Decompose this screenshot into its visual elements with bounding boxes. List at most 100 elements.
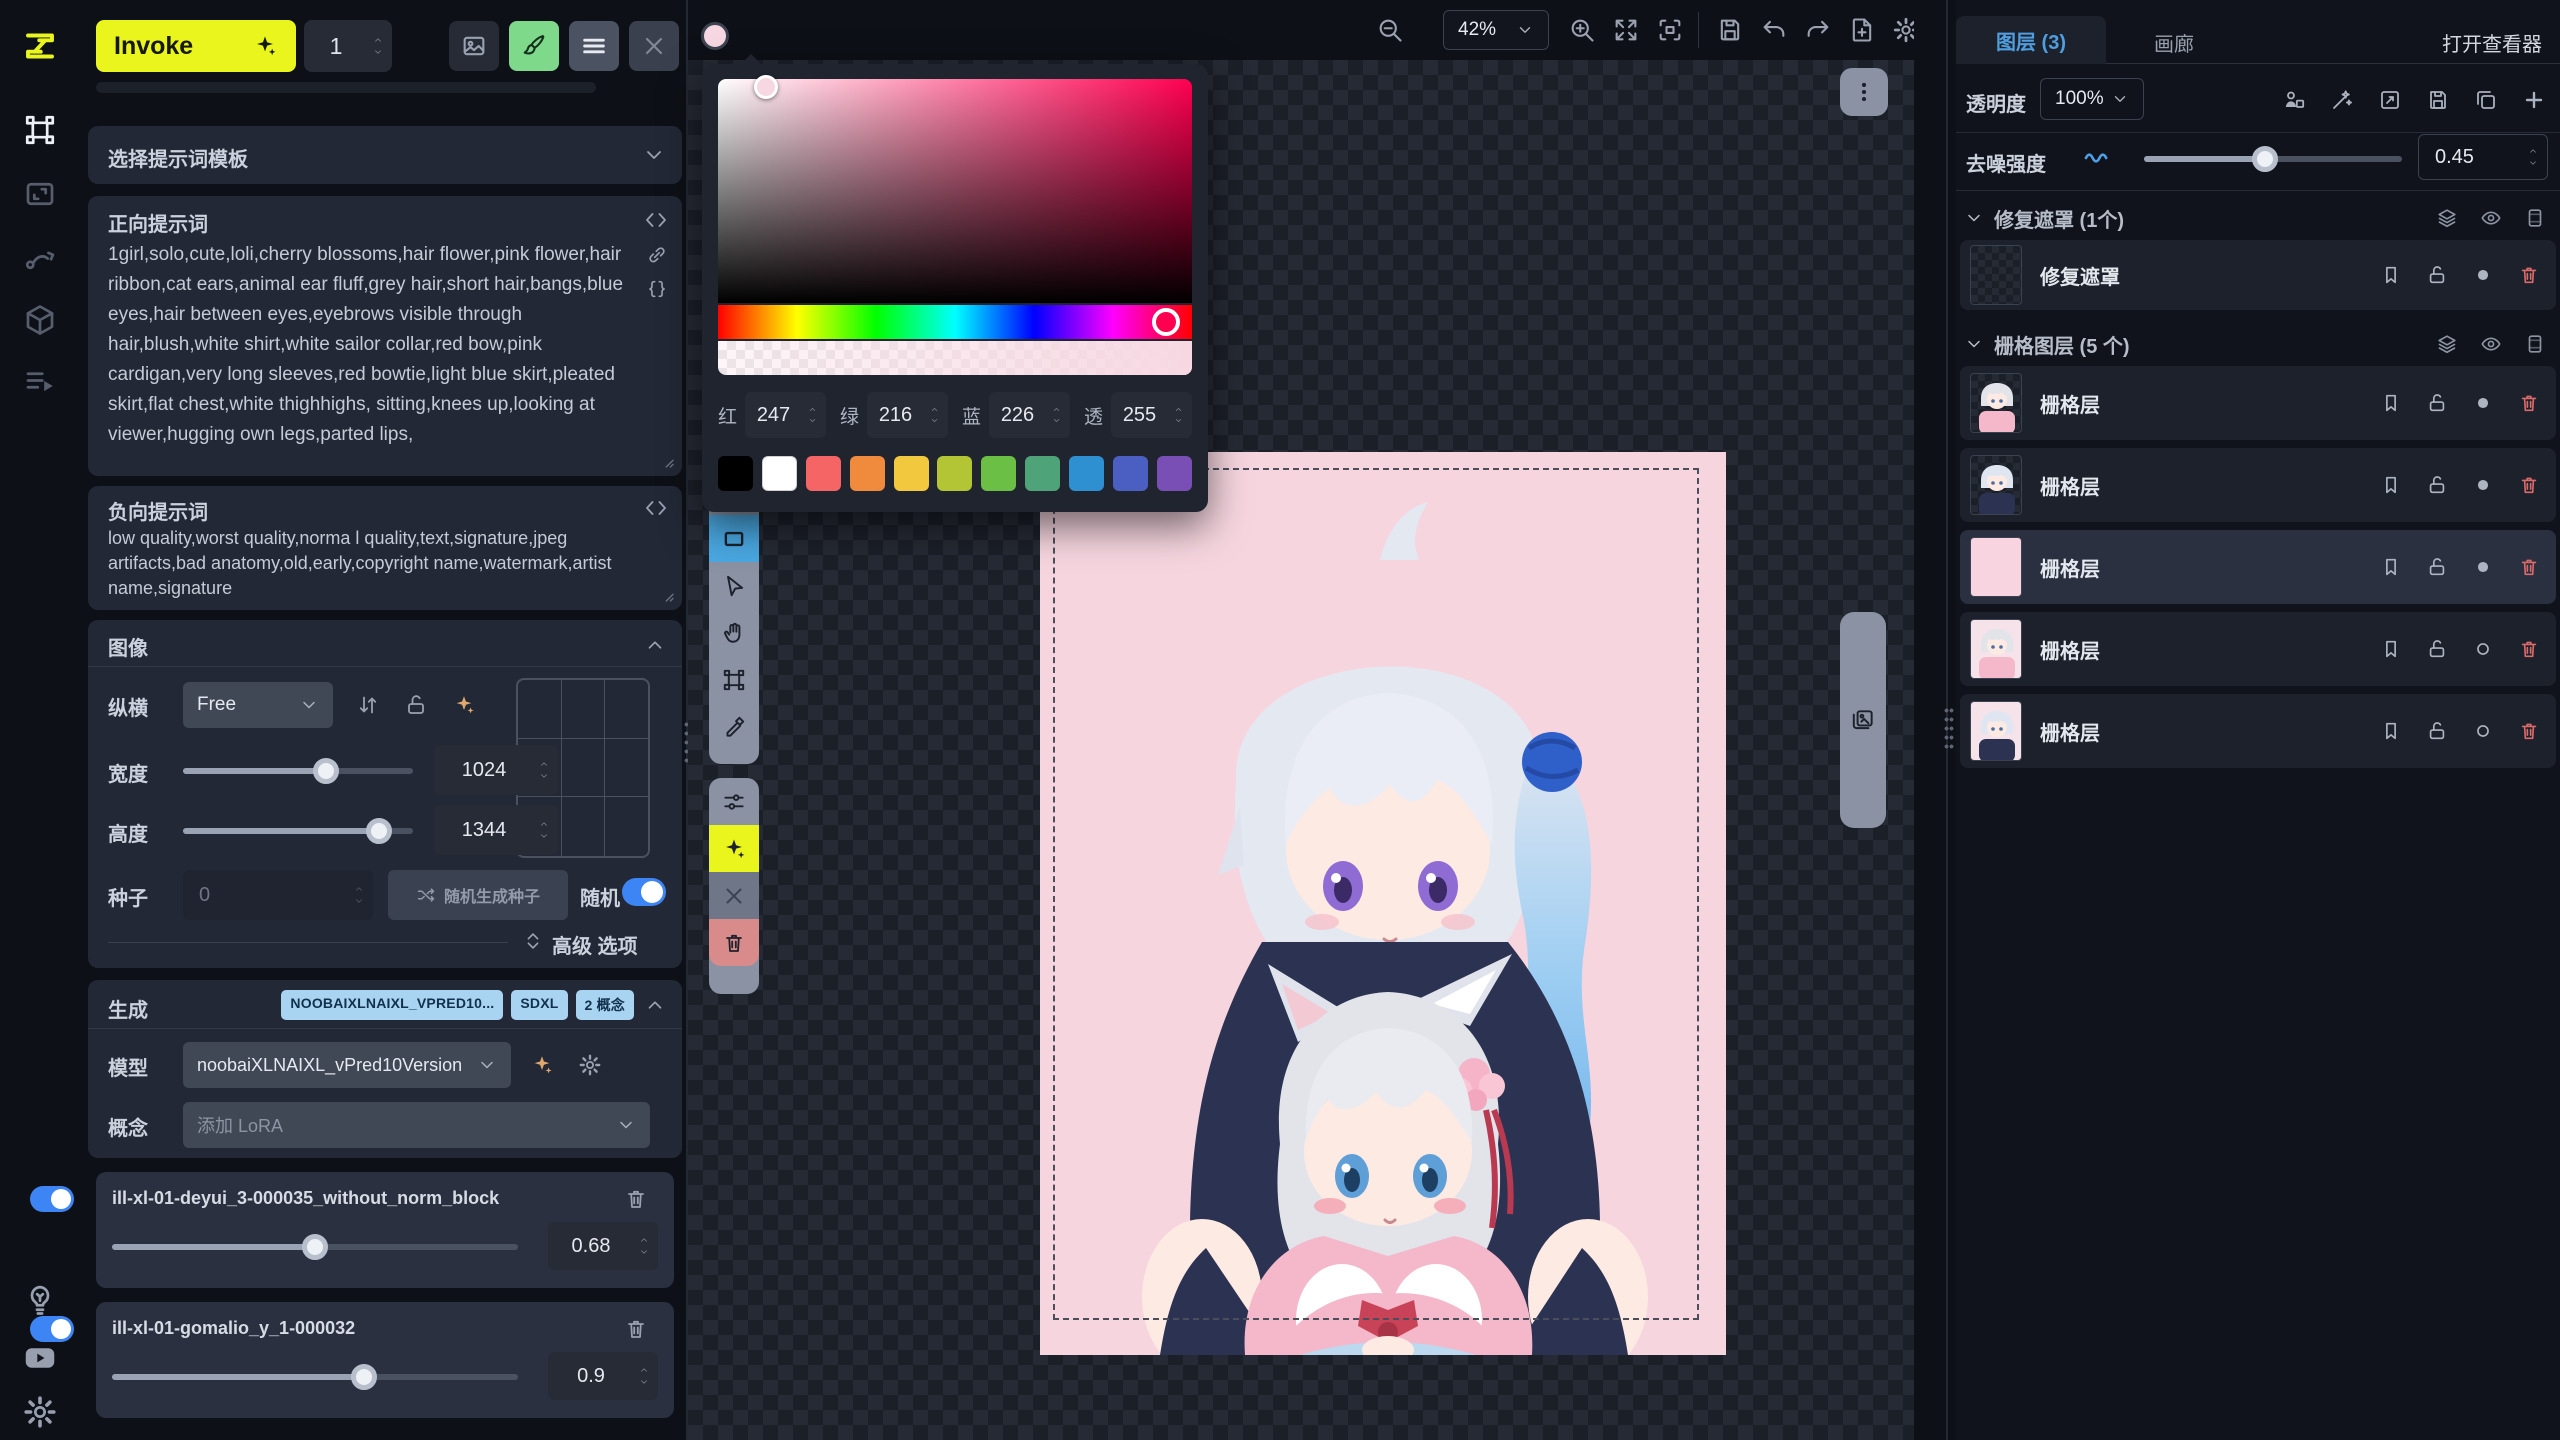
width-input[interactable]: 1024 bbox=[434, 745, 558, 795]
braces-icon[interactable] bbox=[646, 278, 668, 300]
lora-weight-input[interactable]: 0.9 bbox=[548, 1352, 658, 1400]
collapse-icon[interactable] bbox=[644, 994, 666, 1016]
hue-slider[interactable] bbox=[718, 305, 1192, 339]
raster-layers-group-header[interactable]: 栅格图层 (5 个) bbox=[1956, 324, 2560, 364]
add-layer-icon[interactable] bbox=[2522, 88, 2546, 112]
lora-weight-slider[interactable] bbox=[112, 1244, 518, 1250]
layers-stack-icon[interactable] bbox=[2436, 333, 2458, 355]
lora-toggle[interactable] bbox=[30, 1316, 74, 1342]
trash-icon[interactable] bbox=[2518, 556, 2540, 578]
tab-queue[interactable] bbox=[22, 364, 58, 400]
tab-layers[interactable]: 图层 (3) bbox=[1956, 16, 2106, 64]
delete-region-button[interactable] bbox=[709, 919, 759, 966]
zoom-out-button[interactable] bbox=[1376, 16, 1404, 44]
code-icon[interactable] bbox=[644, 496, 668, 520]
stepper-up-icon[interactable] bbox=[371, 35, 385, 45]
tool-pan[interactable] bbox=[709, 609, 759, 656]
zoom-select[interactable]: 42% bbox=[1443, 10, 1549, 50]
stepper-down-icon[interactable] bbox=[928, 416, 941, 425]
unlock-icon[interactable] bbox=[2426, 474, 2448, 496]
color-cursor[interactable] bbox=[754, 75, 778, 99]
fit-view-button[interactable] bbox=[1612, 16, 1640, 44]
invoke-button[interactable]: Invoke bbox=[96, 20, 296, 72]
positive-prompt-input[interactable]: 1girl,solo,cute,loli,cherry blossoms,hai… bbox=[108, 240, 628, 464]
unlock-icon[interactable] bbox=[2426, 720, 2448, 742]
color-swatch[interactable] bbox=[894, 456, 929, 491]
redo-button[interactable] bbox=[1804, 16, 1832, 44]
collapse-icon[interactable] bbox=[644, 634, 666, 656]
lora-weight-slider[interactable] bbox=[112, 1374, 518, 1380]
trash-icon[interactable] bbox=[2518, 264, 2540, 286]
link-icon[interactable] bbox=[646, 244, 668, 266]
negative-prompt-input[interactable]: low quality,worst quality,norma l qualit… bbox=[108, 526, 648, 604]
color-swatch[interactable] bbox=[981, 456, 1016, 491]
saturation-value-area[interactable] bbox=[718, 79, 1192, 303]
settings-gear-icon[interactable] bbox=[22, 1394, 58, 1430]
aspect-select[interactable]: Free bbox=[183, 682, 333, 728]
color-swatch[interactable] bbox=[1157, 456, 1192, 491]
visibility-dot-icon[interactable] bbox=[2472, 474, 2494, 496]
tips-lightbulb-icon[interactable] bbox=[22, 1282, 58, 1318]
brush-color-button[interactable] bbox=[701, 22, 729, 50]
trash-icon[interactable] bbox=[2518, 474, 2540, 496]
visibility-dot-icon[interactable] bbox=[2472, 556, 2494, 578]
denoise-slider[interactable] bbox=[2144, 156, 2402, 162]
width-slider[interactable] bbox=[183, 768, 413, 774]
stepper-down-icon[interactable] bbox=[2526, 158, 2540, 168]
chevron-down-icon[interactable] bbox=[642, 143, 666, 167]
visibility-circle-icon[interactable] bbox=[2472, 720, 2494, 742]
stepper-down-icon[interactable] bbox=[1050, 416, 1063, 425]
alpha-slider[interactable] bbox=[718, 341, 1192, 375]
layers-stack-icon[interactable] bbox=[2436, 207, 2458, 229]
zoom-in-button[interactable] bbox=[1568, 16, 1596, 44]
visibility-dot-icon[interactable] bbox=[2472, 264, 2494, 286]
bookmark-icon[interactable] bbox=[2380, 720, 2402, 742]
stepper-up-icon[interactable] bbox=[2526, 146, 2540, 156]
hue-cursor[interactable] bbox=[1152, 308, 1180, 336]
canvas-context-menu-button[interactable] bbox=[1840, 68, 1888, 116]
panel-resize-grip[interactable] bbox=[1944, 706, 1954, 752]
stepper-up-icon[interactable] bbox=[806, 405, 819, 414]
open-viewer-link[interactable]: 打开查看器 bbox=[2442, 28, 2542, 57]
code-icon[interactable] bbox=[644, 208, 668, 232]
invoke-region-button[interactable] bbox=[709, 825, 759, 872]
queue-count-arrows[interactable] bbox=[368, 35, 392, 57]
save-layer-icon[interactable] bbox=[2426, 88, 2450, 112]
optimize-size-icon[interactable] bbox=[452, 693, 476, 717]
prompt-template-card[interactable]: 选择提示词模板 bbox=[88, 126, 682, 184]
unlock-icon[interactable] bbox=[2426, 638, 2448, 660]
undo-button[interactable] bbox=[1760, 16, 1788, 44]
red-input[interactable]: 247 bbox=[745, 392, 826, 438]
green-input[interactable]: 216 bbox=[867, 392, 948, 438]
randomize-seed-button[interactable]: 随机生成种子 bbox=[388, 870, 568, 920]
tab-workflows[interactable] bbox=[22, 240, 58, 276]
stepper-down-icon[interactable] bbox=[806, 416, 819, 425]
layer-row-raster[interactable]: 栅格层 bbox=[1960, 366, 2556, 440]
color-swatch[interactable] bbox=[1025, 456, 1060, 491]
bookmark-icon[interactable] bbox=[2380, 556, 2402, 578]
wand-icon[interactable] bbox=[2330, 88, 2354, 112]
model-select[interactable]: noobaiXLNAIXL_vPred10Version bbox=[183, 1042, 511, 1088]
bookmark-icon[interactable] bbox=[2380, 264, 2402, 286]
color-swatch[interactable] bbox=[937, 456, 972, 491]
advanced-toggle-icon[interactable] bbox=[522, 930, 544, 952]
denoise-input[interactable]: 0.45 bbox=[2418, 134, 2548, 180]
stepper-up-icon[interactable] bbox=[1172, 405, 1185, 414]
trash-icon[interactable] bbox=[2518, 392, 2540, 414]
unlock-icon[interactable] bbox=[2426, 264, 2448, 286]
stepper-up-icon[interactable] bbox=[637, 1365, 651, 1375]
tab-upscaling[interactable] bbox=[22, 176, 58, 212]
merge-shapes-icon[interactable] bbox=[2282, 88, 2306, 112]
bookmark-icon[interactable] bbox=[2380, 474, 2402, 496]
stepper-down-icon[interactable] bbox=[371, 47, 385, 57]
stepper-down-icon[interactable] bbox=[537, 831, 551, 841]
color-swatch[interactable] bbox=[762, 456, 797, 491]
add-lora-select[interactable]: 添加 LoRA bbox=[183, 1102, 650, 1148]
new-session-button[interactable] bbox=[1848, 16, 1876, 44]
stepper-down-icon[interactable] bbox=[1172, 416, 1185, 425]
fit-bbox-button[interactable] bbox=[1656, 16, 1684, 44]
unlock-icon[interactable] bbox=[2426, 556, 2448, 578]
eye-icon[interactable] bbox=[2480, 207, 2502, 229]
height-input[interactable]: 1344 bbox=[434, 805, 558, 855]
swap-dimensions-icon[interactable] bbox=[356, 693, 380, 717]
